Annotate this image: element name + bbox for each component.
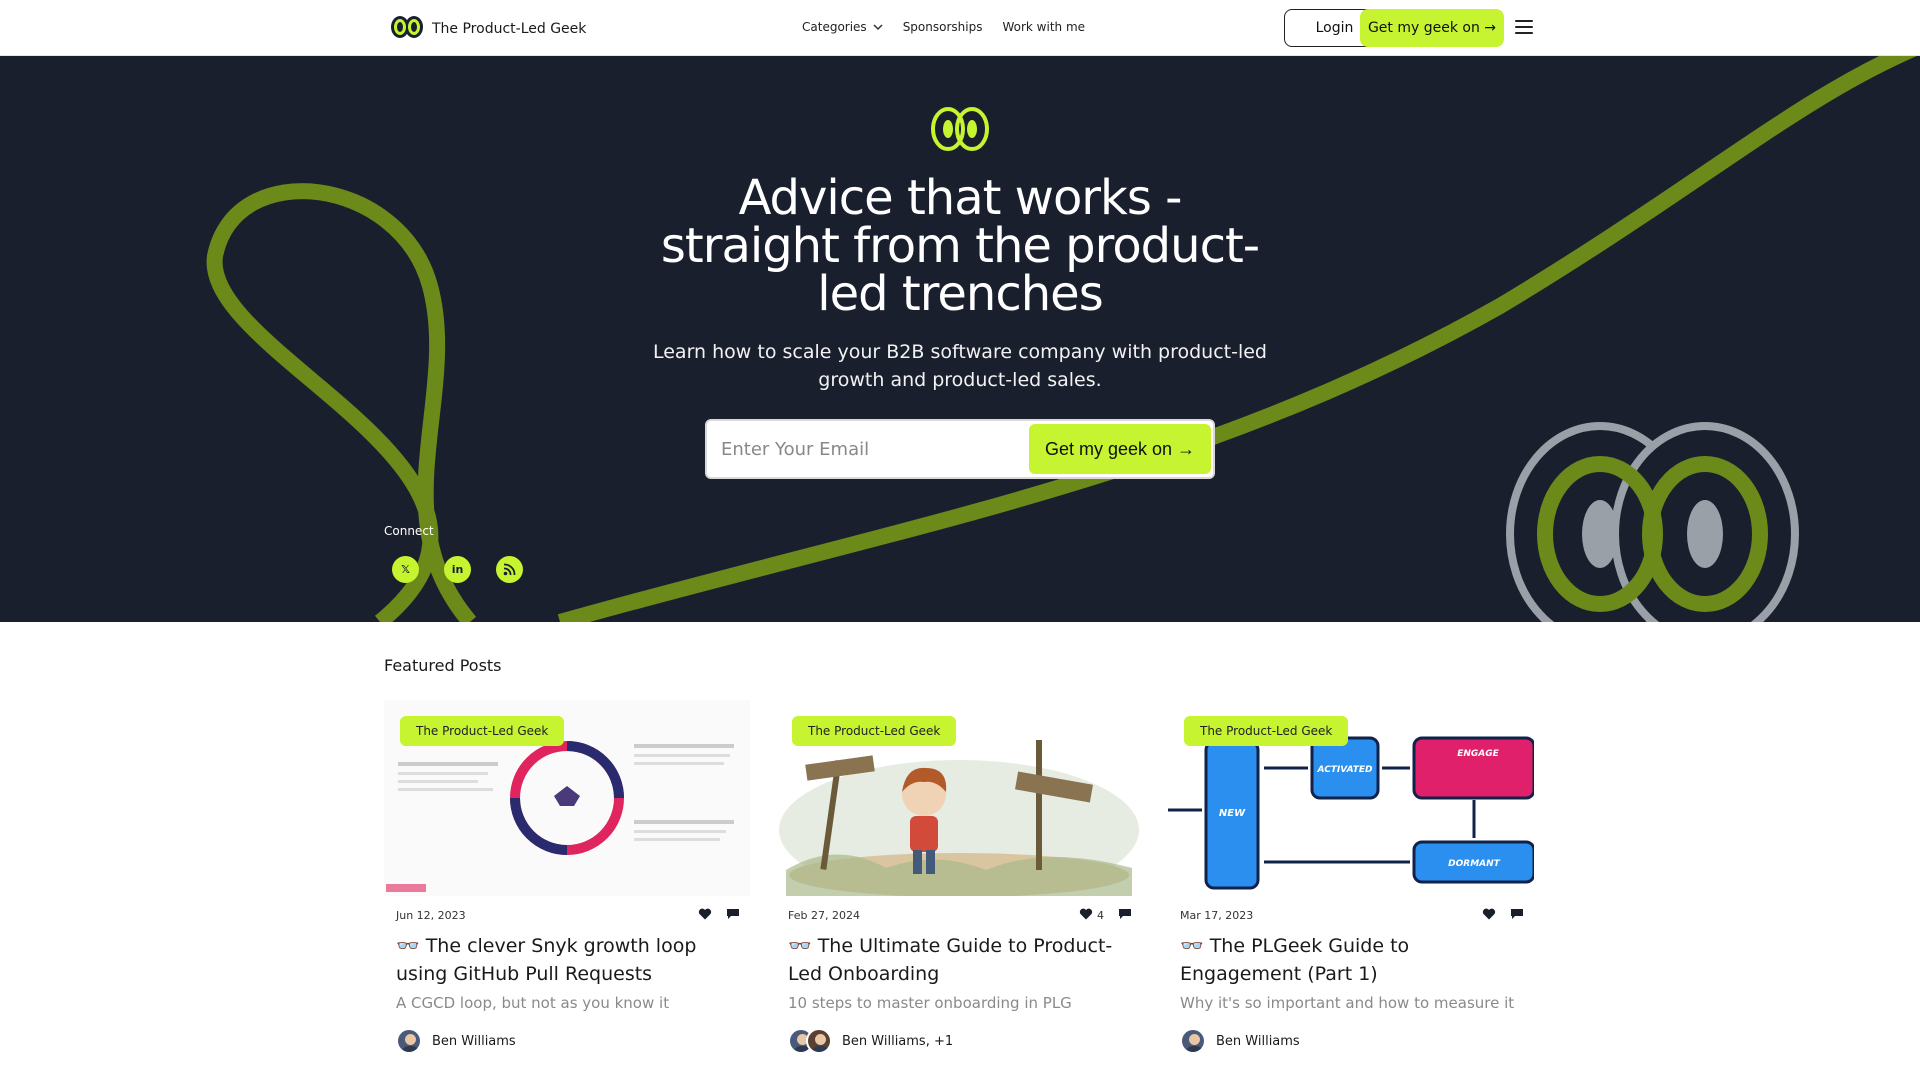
x-icon[interactable]: 𝕏 [392,556,419,583]
hamburger-menu-icon[interactable] [1515,20,1533,34]
geek-logo-icon [390,14,424,44]
like-count: 4 [1097,909,1104,922]
post-tag: The Product-Led Geek [1184,716,1349,746]
author-name: Ben Williams [432,1033,516,1049]
post-date: Jun 12, 2023 [396,909,466,922]
signup-submit-button[interactable]: Get my geek on → [1029,424,1211,474]
nav-work-with-me[interactable]: Work with me [1002,20,1085,34]
post-subtitle: A CGCD loop, but not as you know it [396,994,670,1012]
post-meta: Mar 17, 2023 [1180,908,1524,923]
heart-icon[interactable] [1482,908,1496,923]
post-card[interactable]: The Product-Led Geek Jun 12, 2023 👓 The … [384,700,750,1060]
comment-icon[interactable] [1118,908,1132,923]
post-subtitle: 10 steps to master onboarding in PLG [788,994,1072,1012]
hero-title: Advice that works - straight from the pr… [660,170,1260,322]
post-meta: Feb 27, 2024 4 [788,908,1132,923]
comment-icon[interactable] [1510,908,1524,923]
post-author: Ben Williams [396,1028,516,1054]
top-navigation-bar: The Product-Led Geek Categories Sponsors… [0,0,1920,56]
nav-categories-label: Categories [802,20,867,34]
post-title[interactable]: 👓 The PLGeek Guide to Engagement (Part 1… [1180,932,1530,988]
hero-section: Advice that works - straight from the pr… [0,56,1920,622]
avatar [806,1028,832,1054]
brand-name: The Product-Led Geek [432,21,587,37]
post-meta: Jun 12, 2023 [396,908,740,923]
chevron-down-icon [873,20,883,34]
heart-icon [1079,908,1093,923]
post-date: Feb 27, 2024 [788,909,860,922]
post-subtitle: Why it's so important and how to measure… [1180,994,1515,1012]
svg-text:ENGAGE: ENGAGE [1457,749,1499,759]
post-card[interactable]: NEW ACTIVATED ENGAGE DORMANT The Product… [1168,700,1534,1060]
nav-categories[interactable]: Categories [802,20,883,34]
get-geek-on-button[interactable]: Get my geek on → [1360,9,1504,47]
post-author: Ben Williams [1180,1028,1300,1054]
email-input[interactable] [721,437,1001,461]
post-thumbnail[interactable]: NEW ACTIVATED ENGAGE DORMANT The Product… [1168,700,1534,896]
hero-geek-logo-icon [931,106,989,156]
post-tag: The Product-Led Geek [792,716,957,746]
post-thumbnail[interactable]: The Product-Led Geek [776,700,1142,896]
avatar [396,1028,422,1054]
post-date: Mar 17, 2023 [1180,909,1254,922]
brand-link[interactable]: The Product-Led Geek [390,14,586,44]
author-name: Ben Williams [1216,1033,1300,1049]
post-tag: The Product-Led Geek [400,716,565,746]
large-geek-logo-icon [1506,422,1799,622]
hero-subtitle: Learn how to scale your B2B software com… [652,341,1267,391]
avatar [1180,1028,1206,1054]
main-nav: Categories Sponsorships Work with me [802,20,1085,34]
post-card[interactable]: The Product-Led Geek Feb 27, 2024 4 👓 Th… [776,700,1142,1060]
rss-icon[interactable] [496,556,523,583]
post-title[interactable]: 👓 The clever Snyk growth loop using GitH… [396,932,746,988]
post-thumbnail[interactable]: The Product-Led Geek [384,700,750,896]
linkedin-icon[interactable]: in [444,556,471,583]
svg-text:DORMANT: DORMANT [1448,859,1501,869]
email-signup-form: Get my geek on → [705,419,1215,479]
nav-sponsorships[interactable]: Sponsorships [903,20,983,34]
post-author: Ben Williams, +1 [788,1028,953,1054]
featured-posts-heading: Featured Posts [384,656,502,675]
svg-text:ACTIVATED: ACTIVATED [1317,765,1374,775]
heart-icon[interactable] [698,908,712,923]
post-title[interactable]: 👓 The Ultimate Guide to Product-Led Onbo… [788,932,1138,988]
comment-icon[interactable] [726,908,740,923]
author-name: Ben Williams, +1 [842,1033,954,1049]
svg-text:NEW: NEW [1219,808,1246,819]
likes[interactable]: 4 [1079,908,1104,923]
connect-label: Connect [384,524,434,538]
